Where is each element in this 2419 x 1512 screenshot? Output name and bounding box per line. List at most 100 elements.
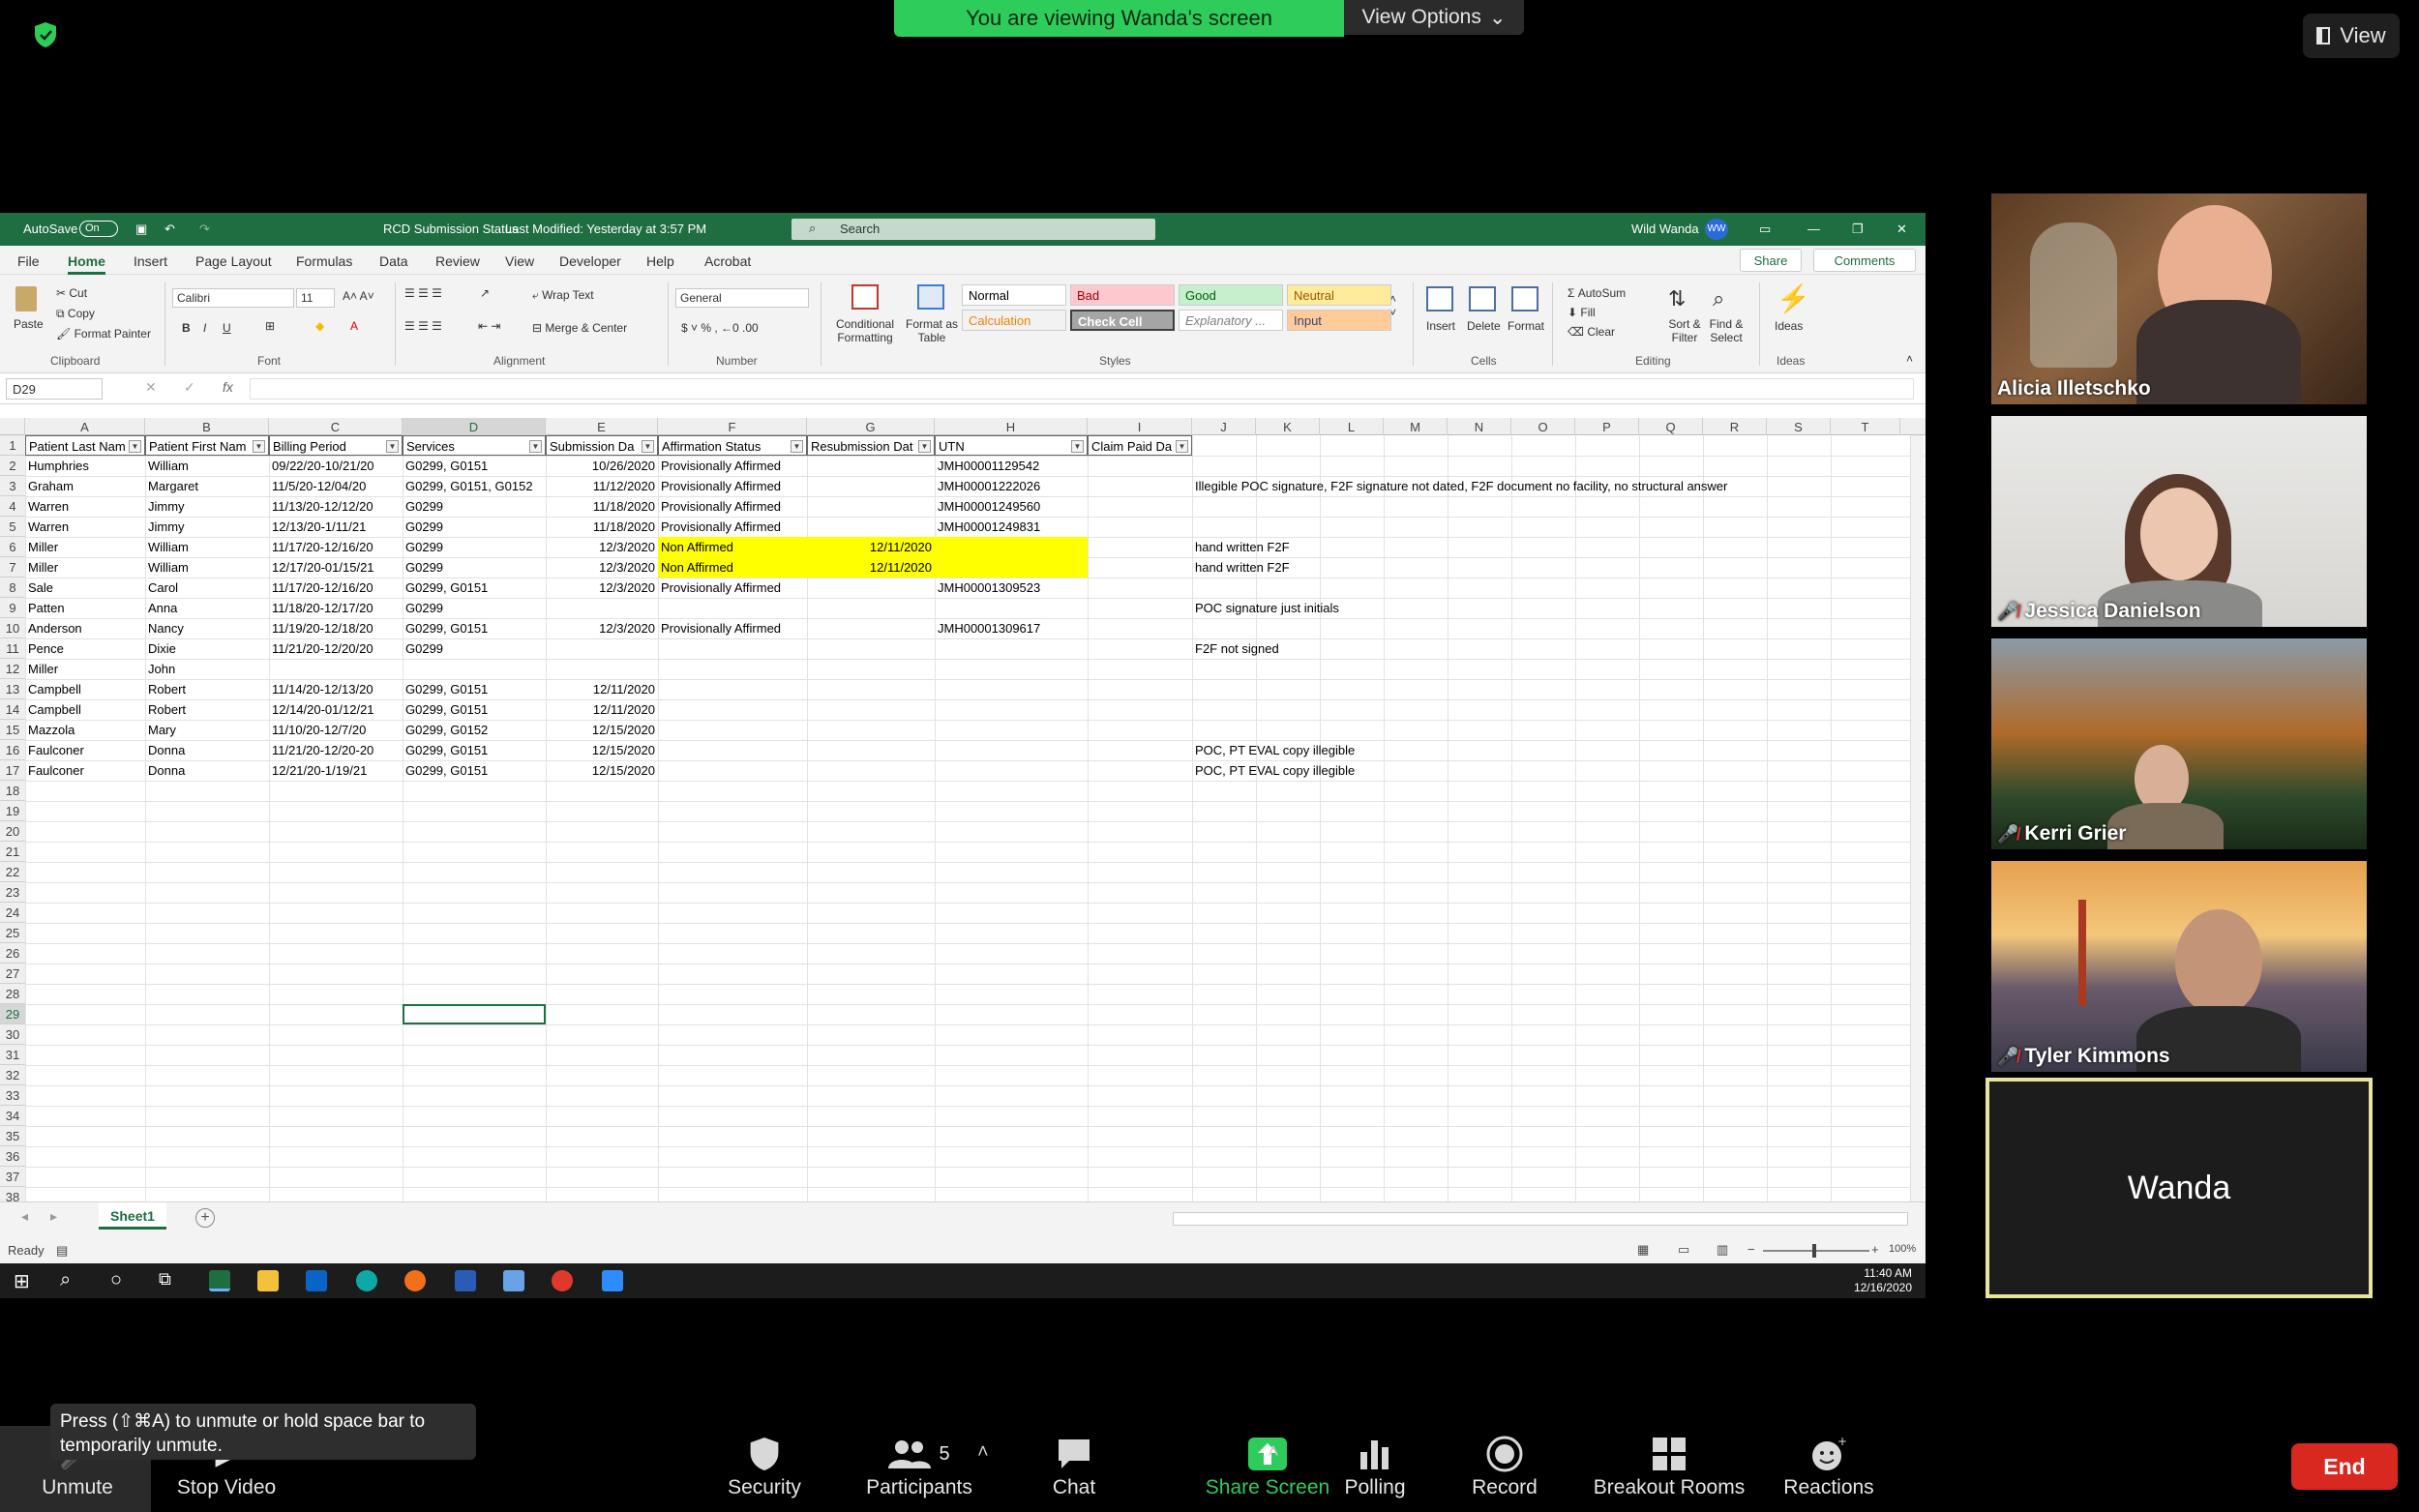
delete-cells-button[interactable]: Delete xyxy=(1467,319,1501,333)
column-header-t[interactable]: T xyxy=(1831,418,1900,435)
italic-button[interactable]: I xyxy=(203,321,206,335)
format-painter-button[interactable]: 🖌 Format Painter xyxy=(56,327,151,341)
cell-b[interactable]: Anna xyxy=(145,598,269,618)
row-header[interactable]: 14 xyxy=(0,699,25,720)
name-box[interactable]: D29 xyxy=(6,378,103,400)
task-view-icon[interactable]: ⧉ xyxy=(159,1269,171,1290)
cell-f[interactable]: Non Affirmed xyxy=(658,537,807,557)
grow-font-icon[interactable]: A˄ A˅ xyxy=(343,289,374,303)
table-header-cell[interactable]: Patient Last Nam ▼ xyxy=(25,435,145,456)
cell-j[interactable]: POC, PT EVAL copy illegible xyxy=(1192,760,1926,781)
table-header-cell[interactable]: Patient First Nam ▼ xyxy=(145,435,269,456)
column-header-g[interactable]: G xyxy=(807,418,935,435)
page-layout-view-icon[interactable]: ▭ xyxy=(1678,1242,1689,1258)
cell-e[interactable]: 12/15/2020 xyxy=(546,760,658,781)
tab-acrobat[interactable]: Acrobat xyxy=(704,253,751,269)
cell-b[interactable]: Carol xyxy=(145,578,269,598)
filter-dropdown-icon[interactable]: ▼ xyxy=(529,440,542,453)
minimize-icon[interactable]: — xyxy=(1807,222,1820,236)
underline-button[interactable]: U xyxy=(223,321,231,335)
cell-a[interactable]: Miller xyxy=(25,537,145,557)
indent-icon[interactable]: ⇤ ⇥ xyxy=(478,319,500,333)
add-sheet-button[interactable]: + xyxy=(195,1208,215,1228)
cell-f[interactable]: Provisionally Affirmed xyxy=(658,517,807,537)
column-header-e[interactable]: E xyxy=(546,418,658,435)
polling-button[interactable]: Polling xyxy=(1331,1432,1419,1499)
cell-a[interactable]: Anderson xyxy=(25,618,145,638)
view-options-button[interactable]: View Options ⌄ xyxy=(1344,0,1524,35)
cell-h[interactable]: JMH00001309523 xyxy=(935,578,1088,598)
copy-button[interactable]: ⧉ Copy xyxy=(56,307,95,321)
filter-dropdown-icon[interactable]: ▼ xyxy=(386,440,399,453)
redo-icon[interactable]: ↷ xyxy=(199,222,210,237)
cancel-entry-icon[interactable]: ✕ xyxy=(145,379,157,396)
taskbar-search-icon[interactable]: ⌕ xyxy=(60,1269,71,1291)
row-header[interactable]: 9 xyxy=(0,598,25,618)
cell-style-check-cell[interactable]: Check Cell xyxy=(1070,310,1175,331)
cell-c[interactable]: 11/14/20-12/13/20 xyxy=(269,679,403,699)
row-header[interactable]: 31 xyxy=(0,1045,25,1065)
cell-j[interactable]: hand written F2F xyxy=(1192,557,1926,578)
cell-c[interactable]: 09/22/20-10/21/20 xyxy=(269,456,403,476)
column-header-f[interactable]: F xyxy=(658,418,807,435)
cell-d[interactable]: G0299, G0152 xyxy=(403,720,546,740)
cell-h[interactable]: JMH00001249831 xyxy=(935,517,1088,537)
cell-a[interactable]: Patten xyxy=(25,598,145,618)
cell-e[interactable]: 11/18/2020 xyxy=(546,517,658,537)
cell-a[interactable]: Pence xyxy=(25,638,145,659)
row-header[interactable]: 7 xyxy=(0,557,25,578)
tab-formulas[interactable]: Formulas xyxy=(296,253,352,269)
zoom-slider[interactable] xyxy=(1763,1250,1869,1252)
number-format-select[interactable]: General xyxy=(675,288,809,308)
format-cells-button[interactable]: Format xyxy=(1508,319,1544,333)
autosum-button[interactable]: Σ AutoSum xyxy=(1568,286,1626,300)
tab-insert[interactable]: Insert xyxy=(134,253,167,269)
table-header-cell[interactable]: Resubmission Dat ▼ xyxy=(807,435,935,456)
format-cells-icon[interactable] xyxy=(1511,286,1538,311)
collapse-ribbon-icon[interactable]: ˄ xyxy=(1906,352,1913,366)
cell-h[interactable]: JMH00001249560 xyxy=(935,496,1088,517)
cell-h[interactable]: JMH00001222026 xyxy=(935,476,1088,496)
row-header[interactable]: 3 xyxy=(0,476,25,496)
row-header[interactable]: 34 xyxy=(0,1106,25,1126)
table-header-cell[interactable]: UTN ▼ xyxy=(935,435,1088,456)
cell-d[interactable]: G0299, G0151 xyxy=(403,699,546,720)
cell-d[interactable]: G0299, G0151 xyxy=(403,679,546,699)
cell-c[interactable]: 11/18/20-12/17/20 xyxy=(269,598,403,618)
excel-taskbar-icon[interactable] xyxy=(209,1270,230,1291)
active-speaker-tile[interactable]: Wanda xyxy=(1986,1078,2373,1298)
column-header-q[interactable]: Q xyxy=(1639,418,1703,435)
share-chevron-up-icon[interactable]: ˄ xyxy=(1268,1441,1279,1464)
ideas-icon[interactable]: ⚡ xyxy=(1777,282,1810,314)
cell-b[interactable]: Mary xyxy=(145,720,269,740)
delete-cells-icon[interactable] xyxy=(1469,286,1496,311)
merge-center-button[interactable]: ⊟ Merge & Center xyxy=(532,321,627,335)
fill-color-icon[interactable]: ◆ xyxy=(315,319,324,333)
row-header[interactable]: 16 xyxy=(0,740,25,760)
confirm-entry-icon[interactable]: ✓ xyxy=(184,379,195,396)
cell-f[interactable]: Provisionally Affirmed xyxy=(658,496,807,517)
cell-d[interactable]: G0299 xyxy=(403,496,546,517)
cell-style-bad[interactable]: Bad xyxy=(1070,284,1175,306)
cell-e[interactable]: 12/3/2020 xyxy=(546,537,658,557)
tab-review[interactable]: Review xyxy=(435,253,480,269)
restore-icon[interactable]: ❐ xyxy=(1852,222,1864,237)
security-button[interactable]: Security xyxy=(716,1432,813,1499)
zoom-in-icon[interactable]: + xyxy=(1871,1242,1879,1257)
row-header[interactable]: 35 xyxy=(0,1126,25,1146)
cell-f[interactable]: Provisionally Affirmed xyxy=(658,618,807,638)
column-header-m[interactable]: M xyxy=(1384,418,1448,435)
tab-home[interactable]: Home xyxy=(68,253,105,275)
zoom-level[interactable]: 100% xyxy=(1889,1243,1916,1255)
cell-style-good[interactable]: Good xyxy=(1179,284,1283,306)
cell-b[interactable]: Robert xyxy=(145,699,269,720)
insert-cells-button[interactable]: Insert xyxy=(1426,319,1455,333)
format-as-table-button[interactable]: Format as Table xyxy=(900,317,964,344)
cell-c[interactable]: 12/17/20-01/15/21 xyxy=(269,557,403,578)
cell-b[interactable]: John xyxy=(145,659,269,679)
cell-c[interactable]: 11/13/20-12/12/20 xyxy=(269,496,403,517)
cell-j[interactable]: POC signature just initials xyxy=(1192,598,1926,618)
share-button[interactable]: Share xyxy=(1740,249,1802,272)
end-meeting-button[interactable]: End xyxy=(2291,1443,2398,1490)
filter-dropdown-icon[interactable]: ▼ xyxy=(129,440,141,453)
